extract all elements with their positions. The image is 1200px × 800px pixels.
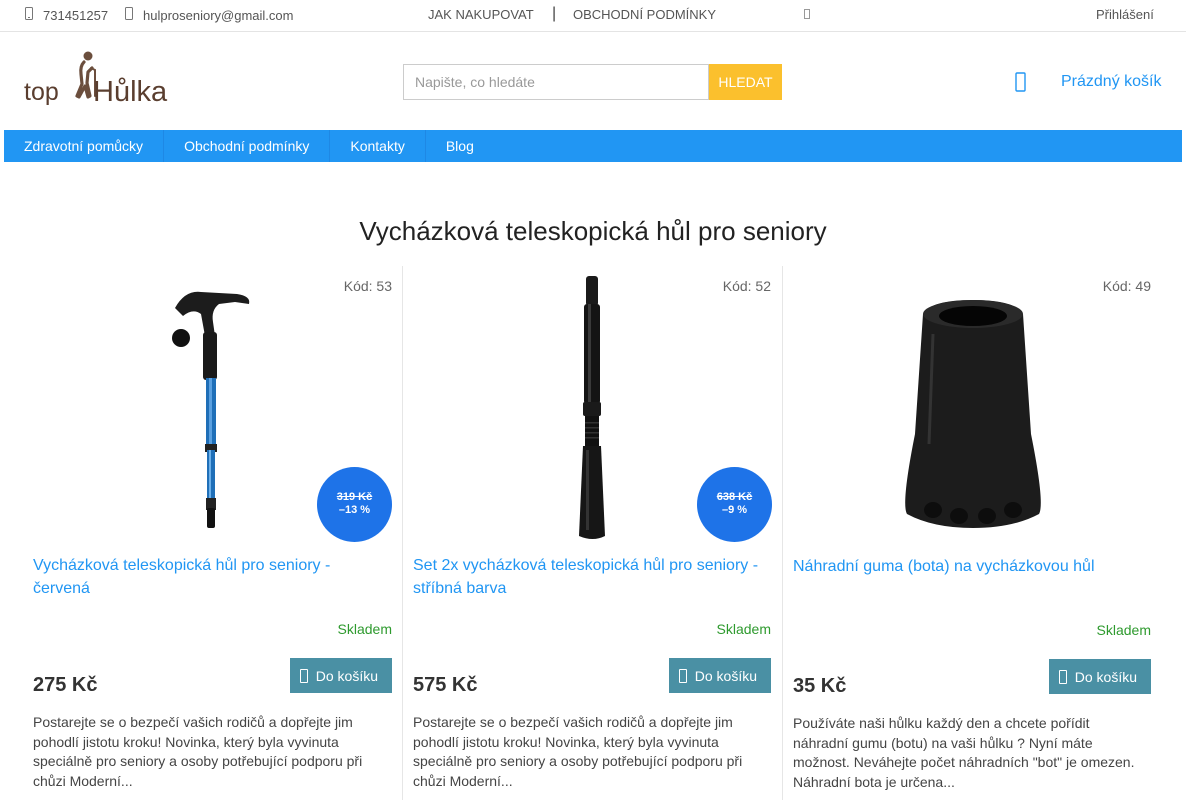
page-title: Vycházková teleskopická hůl pro seniory: [359, 216, 827, 246]
product-description: Používáte naši hůlku každý den a chcete …: [793, 715, 1135, 790]
phone-icon: [23, 7, 35, 23]
logo-text-hulka: Hůlka: [93, 76, 168, 108]
login-link[interactable]: Přihlášení: [1096, 7, 1154, 22]
discount-percent: –9 %: [721, 504, 748, 516]
nav-item-blog[interactable]: Blog: [426, 130, 494, 162]
nav-item-contacts[interactable]: Kontakty: [330, 130, 426, 162]
logo-text-top: top: [24, 78, 59, 106]
cart-icon[interactable]: [1012, 70, 1030, 94]
add-to-cart-label: Do košíku: [1074, 668, 1137, 685]
nav-item-health-aids[interactable]: Zdravotní pomůcky: [4, 130, 165, 162]
cart-icon: [1058, 669, 1067, 684]
link-how-to-buy[interactable]: JAK NAKUPOVAT: [428, 7, 534, 22]
phone-contact[interactable]: 731451257: [23, 7, 108, 23]
add-to-cart-button[interactable]: Do košíku: [1048, 659, 1151, 694]
top-bar: 731451257 hulproseniory@gmail.com JAK NA…: [0, 0, 1186, 32]
old-price: 638 Kč: [716, 491, 753, 503]
add-to-cart-label: Do košíku: [315, 667, 378, 684]
product-price: 35 Kč: [793, 675, 847, 697]
main-nav: Zdravotní pomůcky Obchodní podmínky Kont…: [4, 130, 1182, 162]
product-card: Kód: 52 638 Kč –9 % Set 2x vycházková te…: [402, 266, 781, 800]
product-description: Postarejte se o bezpečí vašich rodičů a …: [413, 714, 743, 789]
search-button[interactable]: HLEDAT: [709, 64, 782, 100]
site-logo[interactable]: top Hůlka: [22, 50, 167, 112]
discount-percent: –13 %: [338, 504, 371, 516]
language-icon[interactable]: [804, 9, 810, 19]
product-price: 575 Kč: [413, 674, 478, 696]
link-terms[interactable]: OBCHODNÍ PODMÍNKY: [573, 7, 716, 22]
stock-status: Skladem: [337, 621, 392, 637]
product-card: Kód: 49 Náhradní guma (bota) na vycházko…: [782, 266, 1161, 800]
phone-number: 731451257: [43, 7, 109, 23]
product-description: Postarejte se o bezpečí vašich rodičů a …: [33, 714, 363, 789]
email-contact[interactable]: hulproseniory@gmail.com: [123, 7, 293, 23]
product-list: Kód: 53 319 Kč –13 % Vycházková teleskop…: [23, 266, 1161, 800]
product-name-link[interactable]: Vycházková teleskopická hůl pro seniory …: [33, 554, 383, 600]
product-price: 275 Kč: [33, 674, 98, 696]
discount-badge: 638 Kč –9 %: [697, 467, 772, 542]
stock-status: Skladem: [716, 621, 771, 637]
stock-status: Skladem: [1096, 622, 1151, 638]
add-to-cart-button[interactable]: Do košíku: [668, 658, 771, 693]
add-to-cart-button[interactable]: Do košíku: [289, 658, 392, 693]
cart-icon: [678, 668, 687, 683]
email-address: hulproseniory@gmail.com: [143, 7, 294, 23]
envelope-icon: [123, 7, 135, 23]
search-input[interactable]: [403, 64, 709, 100]
product-image[interactable]: [783, 274, 1161, 544]
search-bar: HLEDAT: [403, 64, 782, 100]
discount-badge: 319 Kč –13 %: [317, 467, 392, 542]
cart-status[interactable]: Prázdný košík: [1061, 73, 1161, 91]
product-name-link[interactable]: Set 2x vycházková teleskopická hůl pro s…: [413, 554, 763, 600]
old-price: 319 Kč: [336, 491, 373, 503]
add-to-cart-label: Do košíku: [694, 667, 757, 684]
product-name-link[interactable]: Náhradní guma (bota) na vycházkovou hůl: [793, 555, 1143, 578]
product-card: Kód: 53 319 Kč –13 % Vycházková teleskop…: [23, 266, 402, 800]
cart-icon: [299, 668, 308, 683]
nav-item-terms[interactable]: Obchodní podmínky: [164, 130, 331, 162]
topbar-separator: |: [552, 5, 557, 22]
